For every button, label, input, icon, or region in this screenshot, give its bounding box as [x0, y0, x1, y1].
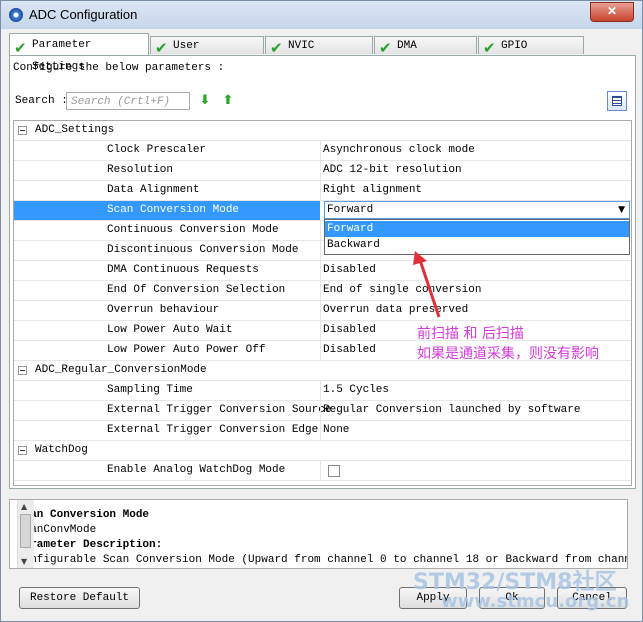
param-row-external-trigger-source[interactable]: External Trigger Conversion Source Regul…: [14, 401, 631, 421]
parameter-tree: ADC_Settings Clock Prescaler Asynchronou…: [13, 120, 632, 486]
group-watchdog[interactable]: WatchDog: [14, 441, 631, 461]
param-row-resolution[interactable]: Resolution ADC 12-bit resolution: [14, 161, 631, 181]
group-label: ADC_Regular_ConversionMode: [35, 364, 207, 376]
group-adc-settings[interactable]: ADC_Settings: [14, 121, 631, 141]
param-name: External Trigger Conversion Source: [107, 404, 332, 416]
collapse-toggle-icon[interactable]: [18, 366, 27, 375]
param-name: End Of Conversion Selection: [107, 284, 286, 296]
param-row-low-power-auto-wait[interactable]: Low Power Auto Wait Disabled: [14, 321, 631, 341]
param-value[interactable]: Disabled: [323, 264, 376, 276]
search-label: Search :: [15, 95, 68, 107]
group-label: WatchDog: [35, 444, 88, 456]
param-row-data-alignment[interactable]: Data Alignment Right alignment: [14, 181, 631, 201]
param-row-overrun-behaviour[interactable]: Overrun behaviour Overrun data preserved: [14, 301, 631, 321]
parameter-settings-panel: Configure the below parameters : Search …: [9, 55, 636, 489]
annotation-line-1: 前扫描 和 后扫描: [417, 326, 524, 342]
title-bar: ADC Configuration ✕: [1, 1, 642, 29]
scroll-up-icon[interactable]: ▲: [21, 502, 27, 511]
chevron-down-icon[interactable]: ▼: [618, 205, 625, 215]
annotation-arrow: [413, 251, 441, 318]
scroll-down-icon[interactable]: ▼: [21, 557, 27, 566]
param-name: Enable Analog WatchDog Mode: [107, 464, 286, 476]
param-name: Discontinuous Conversion Mode: [107, 244, 299, 256]
param-value[interactable]: Disabled: [323, 324, 376, 336]
scroll-thumb[interactable]: [20, 514, 31, 548]
param-name: Low Power Auto Power Off: [107, 344, 266, 356]
param-value[interactable]: End of single conversion: [323, 284, 481, 296]
param-name: Resolution: [107, 164, 174, 176]
param-value[interactable]: Right alignment: [323, 184, 422, 196]
group-label: ADC_Settings: [35, 124, 115, 136]
restore-default-button[interactable]: Restore Default: [19, 587, 140, 609]
analog-watchdog-checkbox[interactable]: [328, 465, 340, 477]
tab-dma-settings[interactable]: ✔ DMA Settings: [374, 36, 477, 70]
param-value[interactable]: Disabled: [323, 344, 376, 356]
group-regular-conversion-mode[interactable]: ADC_Regular_ConversionMode: [14, 361, 631, 381]
description-title: Scan Conversion Mode: [17, 509, 150, 521]
param-name: Clock Prescaler: [107, 144, 207, 156]
select-value: Forward: [327, 204, 374, 216]
param-value[interactable]: Regular Conversion launched by software: [323, 404, 580, 416]
param-row-clock-prescaler[interactable]: Clock Prescaler Asynchronous clock mode: [14, 141, 631, 161]
option-backward[interactable]: Backward: [325, 237, 629, 253]
adc-configuration-window: ADC Configuration ✕ ✔ Parameter Settings…: [0, 0, 643, 622]
search-input[interactable]: Search (Crtl+F): [66, 92, 190, 110]
param-name: Continuous Conversion Mode: [107, 224, 279, 236]
tab-nvic-settings[interactable]: ✔ NVIC Settings: [265, 36, 373, 70]
search-next-down-arrow-icon[interactable]: ⬇: [198, 94, 212, 108]
window-title: ADC Configuration: [29, 7, 138, 22]
app-gear-icon: [9, 8, 23, 22]
param-row-sampling-time[interactable]: Sampling Time 1.5 Cycles: [14, 381, 631, 401]
collapse-toggle-icon[interactable]: [18, 446, 27, 455]
collapse-toggle-icon[interactable]: [18, 126, 27, 135]
param-value[interactable]: ADC 12-bit resolution: [323, 164, 462, 176]
param-row-analog-watchdog[interactable]: Enable Analog WatchDog Mode: [14, 461, 631, 481]
param-value[interactable]: None: [323, 424, 349, 436]
param-value[interactable]: 1.5 Cycles: [323, 384, 389, 396]
list-view-icon[interactable]: [607, 91, 627, 111]
tab-gpio-settings[interactable]: ✔ GPIO Settings: [478, 36, 584, 70]
option-forward[interactable]: Forward: [325, 221, 629, 237]
annotation-line-2: 如果是通道采集，则没有影响: [417, 346, 599, 362]
description-pane: Scan Conversion Mode ScanConvMode Parame…: [9, 499, 628, 569]
tab-label: Parameter Settings: [32, 39, 92, 73]
param-row-dma-continuous-requests[interactable]: DMA Continuous Requests Disabled: [14, 261, 631, 281]
scan-mode-select[interactable]: Forward ▼: [324, 201, 630, 219]
param-name: DMA Continuous Requests: [107, 264, 259, 276]
check-icon: ✔: [14, 39, 27, 57]
param-row-end-of-conversion[interactable]: End Of Conversion Selection End of singl…: [14, 281, 631, 301]
close-button[interactable]: ✕: [590, 2, 634, 22]
param-name: Data Alignment: [107, 184, 200, 196]
description-scrollbar[interactable]: ▲ ▼: [17, 500, 34, 568]
param-row-external-trigger-edge[interactable]: External Trigger Conversion Edge None: [14, 421, 631, 441]
param-name: Low Power Auto Wait: [107, 324, 233, 336]
tab-user-constants[interactable]: ✔ User Constants: [150, 36, 264, 70]
watermark-line-2: www.stmcu.org.cn: [441, 591, 630, 612]
param-name: Sampling Time: [107, 384, 193, 396]
param-name: External Trigger Conversion Edge: [107, 424, 319, 436]
param-name: Scan Conversion Mode: [107, 204, 240, 216]
param-value[interactable]: Asynchronous clock mode: [323, 144, 475, 156]
description-param-header: Parameter Description:: [17, 539, 163, 551]
param-name: Overrun behaviour: [107, 304, 220, 316]
search-prev-up-arrow-icon[interactable]: ⬆: [221, 94, 235, 108]
tab-parameter-settings[interactable]: ✔ Parameter Settings: [9, 33, 149, 73]
scan-mode-options-list: Forward Backward: [324, 219, 630, 255]
